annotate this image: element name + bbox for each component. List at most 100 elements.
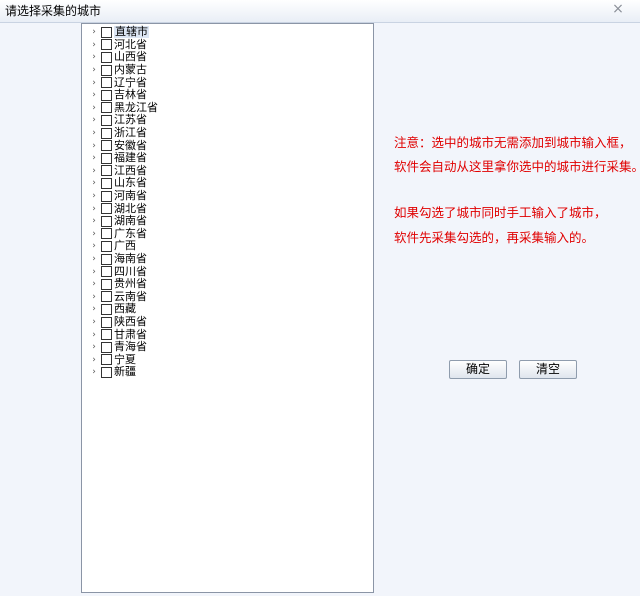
tree-item[interactable]: › 海南省 — [90, 253, 147, 266]
tree-item-label[interactable]: 辽宁省 — [114, 76, 147, 89]
tree-item-label[interactable]: 安徽省 — [114, 139, 147, 152]
tree-item-checkbox[interactable] — [101, 341, 112, 353]
tree-item[interactable]: › 直辖市 — [90, 26, 149, 39]
confirm-button[interactable]: 确定 — [449, 360, 507, 379]
chevron-right-icon[interactable]: › — [90, 366, 98, 378]
tree-item[interactable]: › 黑龙江省 — [90, 101, 158, 115]
tree-item[interactable]: › 湖南省 — [90, 215, 147, 228]
tree-item[interactable]: › 吉林省 — [90, 89, 147, 102]
tree-item-label[interactable]: 山西省 — [114, 51, 147, 63]
chevron-right-icon[interactable]: › — [90, 165, 98, 177]
tree-item[interactable]: › 广西 — [90, 240, 136, 253]
tree-item[interactable]: › 四川省 — [90, 265, 147, 278]
chevron-right-icon[interactable]: › — [90, 64, 98, 76]
tree-item[interactable]: › 青海省 — [90, 341, 147, 354]
chevron-right-icon[interactable]: › — [90, 140, 98, 152]
tree-item-label[interactable]: 江西省 — [114, 164, 147, 177]
clear-button[interactable]: 清空 — [519, 360, 577, 379]
chevron-right-icon[interactable]: › — [90, 228, 98, 240]
tree-item[interactable]: › 福建省 — [90, 152, 147, 165]
tree-item-label[interactable]: 海南省 — [114, 253, 147, 265]
chevron-right-icon[interactable]: › — [90, 39, 98, 51]
tree-item-checkbox[interactable] — [101, 228, 112, 240]
tree-item[interactable]: › 河北省 — [90, 38, 147, 52]
tree-item[interactable]: › 西藏 — [90, 303, 136, 316]
tree-item[interactable]: › 内蒙古 — [90, 64, 147, 77]
tree-item-checkbox[interactable] — [101, 140, 112, 152]
tree-item-checkbox[interactable] — [101, 354, 112, 366]
chevron-right-icon[interactable]: › — [90, 89, 98, 101]
tree-item[interactable]: › 江西省 — [90, 164, 147, 178]
tree-item-checkbox[interactable] — [101, 114, 112, 126]
tree-item-label[interactable]: 山东省 — [114, 177, 147, 189]
tree-item-label[interactable]: 甘肃省 — [114, 328, 147, 341]
tree-item-label[interactable]: 广东省 — [114, 227, 147, 240]
chevron-right-icon[interactable]: › — [90, 190, 98, 202]
tree-item[interactable]: › 江苏省 — [90, 114, 147, 127]
chevron-right-icon[interactable]: › — [90, 102, 98, 114]
tree-item-label[interactable]: 广西 — [114, 240, 136, 252]
tree-item-checkbox[interactable] — [101, 152, 112, 164]
tree-item-label[interactable]: 直辖市 — [114, 26, 149, 39]
tree-item-label[interactable]: 贵州省 — [114, 278, 147, 290]
chevron-right-icon[interactable]: › — [90, 203, 98, 215]
tree-item-label[interactable]: 吉林省 — [114, 89, 147, 101]
chevron-right-icon[interactable]: › — [90, 77, 98, 89]
tree-item-label[interactable]: 青海省 — [114, 341, 147, 353]
tree-item-label[interactable]: 西藏 — [114, 303, 136, 315]
tree-item-checkbox[interactable] — [101, 266, 112, 278]
tree-item-label[interactable]: 河南省 — [114, 190, 147, 202]
tree-item[interactable]: › 山东省 — [90, 177, 147, 190]
province-tree[interactable]: › 直辖市 › 河北省 › 山西省 › 内蒙古 › 辽宁省 › 吉林省 › 黑龙江省 › 江苏省 › 浙江省 › 安徽… — [81, 23, 374, 593]
tree-item[interactable]: › 新疆 — [90, 366, 136, 379]
close-icon[interactable]: × — [610, 1, 626, 17]
chevron-right-icon[interactable]: › — [90, 253, 98, 265]
tree-item[interactable]: › 陕西省 — [90, 316, 147, 329]
tree-item[interactable]: › 山西省 — [90, 51, 147, 64]
tree-item-checkbox[interactable] — [101, 26, 112, 38]
chevron-right-icon[interactable]: › — [90, 240, 98, 252]
tree-item-checkbox[interactable] — [101, 291, 112, 303]
chevron-right-icon[interactable]: › — [90, 51, 98, 63]
tree-item[interactable]: › 贵州省 — [90, 278, 147, 291]
tree-item-label[interactable]: 陕西省 — [114, 316, 147, 328]
tree-item-checkbox[interactable] — [101, 165, 112, 177]
tree-item-label[interactable]: 湖北省 — [114, 202, 147, 215]
tree-item-checkbox[interactable] — [101, 303, 112, 315]
tree-item-checkbox[interactable] — [101, 89, 112, 101]
tree-item-label[interactable]: 新疆 — [114, 366, 136, 378]
tree-item[interactable]: › 广东省 — [90, 227, 147, 241]
tree-item-label[interactable]: 河北省 — [114, 38, 147, 51]
tree-item-checkbox[interactable] — [101, 64, 112, 76]
tree-item-checkbox[interactable] — [101, 177, 112, 189]
chevron-right-icon[interactable]: › — [90, 341, 98, 353]
chevron-right-icon[interactable]: › — [90, 152, 98, 164]
tree-item-checkbox[interactable] — [101, 127, 112, 139]
tree-item-checkbox[interactable] — [101, 102, 112, 114]
chevron-right-icon[interactable]: › — [90, 278, 98, 290]
tree-item-checkbox[interactable] — [101, 278, 112, 290]
chevron-right-icon[interactable]: › — [90, 114, 98, 126]
tree-item-label[interactable]: 黑龙江省 — [114, 101, 158, 114]
tree-item-checkbox[interactable] — [101, 316, 112, 328]
chevron-right-icon[interactable]: › — [90, 291, 98, 303]
tree-item[interactable]: › 云南省 — [90, 290, 147, 304]
tree-item-checkbox[interactable] — [101, 215, 112, 227]
chevron-right-icon[interactable]: › — [90, 26, 98, 38]
chevron-right-icon[interactable]: › — [90, 266, 98, 278]
chevron-right-icon[interactable]: › — [90, 177, 98, 189]
tree-item-label[interactable]: 湖南省 — [114, 215, 147, 227]
tree-item-checkbox[interactable] — [101, 366, 112, 378]
tree-item[interactable]: › 湖北省 — [90, 202, 147, 215]
tree-item-checkbox[interactable] — [101, 39, 112, 51]
chevron-right-icon[interactable]: › — [90, 303, 98, 315]
tree-item-label[interactable]: 内蒙古 — [114, 64, 147, 76]
tree-item-label[interactable]: 江苏省 — [114, 114, 147, 126]
chevron-right-icon[interactable]: › — [90, 354, 98, 366]
chevron-right-icon[interactable]: › — [90, 127, 98, 139]
tree-item-label[interactable]: 四川省 — [114, 265, 147, 278]
tree-item-checkbox[interactable] — [101, 203, 112, 215]
tree-item-label[interactable]: 云南省 — [114, 290, 147, 303]
tree-item-checkbox[interactable] — [101, 240, 112, 252]
tree-item[interactable]: › 浙江省 — [90, 127, 147, 140]
